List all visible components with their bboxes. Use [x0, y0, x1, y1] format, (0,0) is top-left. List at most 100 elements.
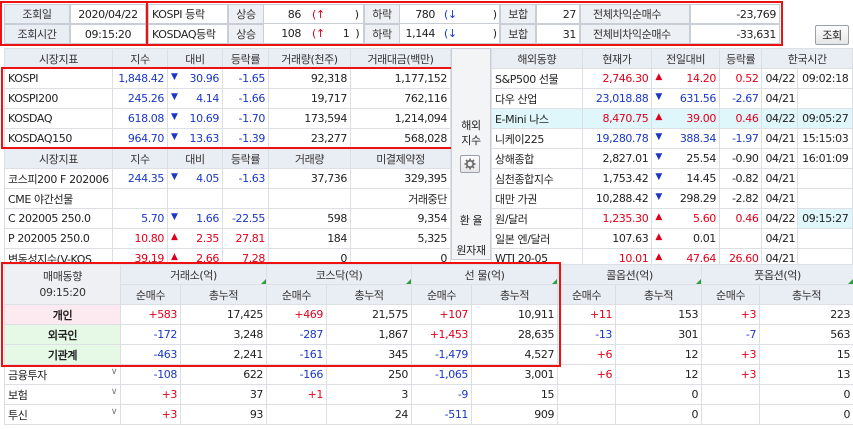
- overseas-name[interactable]: 원/달러: [491, 208, 583, 229]
- table-row[interactable]: 일본 엔/달러 107.63 ▲ 0.01 04/21: [491, 228, 853, 249]
- total-call: 12: [615, 364, 703, 385]
- index-name[interactable]: KOSDAQ: [4, 108, 113, 129]
- table-row[interactable]: 금융투자 ∨ -108 622 -166 250 -1,065 3,001 +6 …: [4, 364, 853, 385]
- investor-name[interactable]: 보험 ∨: [4, 384, 121, 405]
- futures-name[interactable]: C 202005 250.0: [4, 208, 113, 229]
- kospi-advance-label: KOSPI 등락: [148, 4, 228, 24]
- index-rate: -1.39: [222, 128, 269, 149]
- index-amount: 762,116: [350, 88, 451, 109]
- net-buy-call: -13: [557, 324, 617, 345]
- table-row[interactable]: 다우 산업 23,018.88 ▼ 631.56 -2.67 04/21: [491, 88, 853, 109]
- overseas-name[interactable]: 심천종합지수: [491, 168, 583, 189]
- chevron-down-icon[interactable]: ∨: [111, 407, 118, 417]
- overseas-change: ▲ 39.00: [651, 108, 720, 129]
- kospi-flat-label: 보합: [500, 4, 536, 24]
- table-row[interactable]: S&P500 선물 2,746.30 ▲ 14.20 0.52 04/22 09:…: [491, 68, 853, 89]
- column-header: 등락률: [222, 48, 269, 69]
- commodity-tab[interactable]: 원자재: [452, 242, 490, 258]
- overseas-name[interactable]: 상해종합: [491, 148, 583, 169]
- group-header-call-option: 콜옵션(억): [557, 264, 703, 285]
- table-row[interactable]: 대만 가권 10,288.42 ▼ 298.29 -2.82 04/21: [491, 188, 853, 209]
- overseas-time: 09:02:18: [797, 68, 853, 89]
- kospi-down-count: 780: [400, 4, 438, 24]
- overseas-date: 04/21: [761, 228, 799, 249]
- index-name[interactable]: KOSPI200: [4, 88, 113, 109]
- total-call: 0: [615, 404, 703, 425]
- chevron-down-icon[interactable]: ∨: [111, 367, 118, 377]
- table-row[interactable]: 코스피200 F 202006 244.35 ▼ 4.05 -1.63 37,73…: [4, 168, 451, 189]
- index-name[interactable]: KOSDAQ150: [4, 128, 113, 149]
- overseas-change: ▲ 0.01: [651, 228, 720, 249]
- table-row[interactable]: 개인 +583 17,425 +469 21,575 +107 10,911 +…: [4, 304, 853, 325]
- kosdaq-flat-count: 31: [536, 24, 580, 44]
- total-exchange: 37: [179, 384, 268, 405]
- table-row[interactable]: C 202005 250.0 5.70 ▼ 1.66 -22.55 598 9,3…: [4, 208, 451, 229]
- net-buy-call: [557, 384, 617, 405]
- kosdaq-down-limit: (↓): [438, 24, 500, 44]
- index-name[interactable]: KOSPI: [4, 68, 113, 89]
- overseas-name[interactable]: E-Mini 나스: [491, 108, 583, 129]
- overseas-date: 04/21: [761, 88, 799, 109]
- futures-change: ▼ 4.05: [167, 168, 223, 189]
- overseas-time: [797, 228, 853, 249]
- overseas-time: 16:01:09: [797, 148, 853, 169]
- investor-name[interactable]: 개인: [4, 304, 121, 325]
- overseas-rate: 0.46: [718, 108, 763, 129]
- table-row[interactable]: 투신 ∨ +3 93 24 -511 909 0 0: [4, 404, 853, 425]
- table-row[interactable]: 보험 ∨ +3 37 +1 3 -9 15 0 0: [4, 384, 853, 405]
- overseas-tab-label-2: 지수: [461, 134, 481, 147]
- net-buy-put: +3: [701, 364, 761, 385]
- table-row[interactable]: 외국인 -172 3,248 -287 1,867 +1,453 28,635 …: [4, 324, 853, 345]
- index-rate: -1.65: [222, 68, 269, 89]
- table-row[interactable]: KOSDAQ150 964.70 ▼ 13.63 -1.39 23,277 568…: [4, 128, 451, 149]
- investor-name[interactable]: 기관계: [4, 344, 121, 365]
- kosdaq-up-label: 상승: [228, 24, 264, 44]
- overseas-date: 04/22: [761, 208, 799, 229]
- column-header: 거래대금(백만): [350, 48, 451, 69]
- overseas-name[interactable]: 일본 엔/달러: [491, 228, 583, 249]
- table-row[interactable]: 기관계 -463 2,241 -161 345 -1,479 4,527 +6 …: [4, 344, 853, 365]
- overseas-name[interactable]: 니케이225: [491, 128, 583, 149]
- sub-header-total: 총누적: [471, 284, 559, 305]
- investor-sub-header-row: 순매수 총누적 순매수 총누적 순매수 총누적 순매수 총누적 순매수 총누적: [4, 284, 853, 305]
- overseas-time: [797, 188, 853, 209]
- overseas-change: ▲ 5.60: [651, 208, 720, 229]
- table-row[interactable]: CME 야간선물 거래중단: [4, 188, 451, 209]
- date-value[interactable]: 2020/04/22: [70, 4, 146, 24]
- group-header-put-option: 풋옵션(억): [701, 264, 853, 285]
- table-row[interactable]: 니케이225 19,280.78 ▼ 388.34 -1.97 04/21 15:…: [491, 128, 853, 149]
- futures-name[interactable]: 코스피200 F 202006: [4, 168, 113, 189]
- sub-header-net: 순매수: [266, 284, 328, 305]
- futures-name[interactable]: P 202005 250.0: [4, 228, 113, 249]
- net-buy-exchange: -108: [120, 364, 181, 385]
- total-kosdaq: 345: [326, 344, 413, 365]
- table-row[interactable]: 상해종합 2,827.01 ▼ 25.54 -0.90 04/21 16:01:0…: [491, 148, 853, 169]
- table-row[interactable]: KOSPI 1,848.42 ▼ 30.96 -1.65 92,318 1,177…: [4, 68, 451, 89]
- overseas-name[interactable]: S&P500 선물: [491, 68, 583, 89]
- table-row[interactable]: P 202005 250.0 10.80 ▲ 2.35 27.81 184 5,3…: [4, 228, 451, 249]
- overseas-index-tab[interactable]: 해외 지수: [455, 118, 487, 148]
- futures-rate: 27.81: [222, 228, 269, 249]
- exchange-rate-tab[interactable]: 환 율: [455, 212, 487, 228]
- overseas-rate: 0.46: [718, 208, 763, 229]
- overseas-name[interactable]: 대만 가권: [491, 188, 583, 209]
- table-row[interactable]: 원/달러 1,235.30 ▲ 5.60 0.46 04/22 09:15:27: [491, 208, 853, 229]
- futures-change: [167, 188, 223, 209]
- net-buy-exchange: +3: [120, 384, 181, 405]
- overseas-name[interactable]: 다우 산업: [491, 88, 583, 109]
- gear-icon[interactable]: [460, 155, 480, 173]
- table-row[interactable]: E-Mini 나스 8,470.75 ▲ 39.00 0.46 04/22 09:…: [491, 108, 853, 129]
- investor-name[interactable]: 투신 ∨: [4, 404, 121, 425]
- chevron-down-icon[interactable]: ∨: [111, 387, 118, 397]
- refresh-button[interactable]: 조회: [815, 25, 849, 45]
- overseas-time: 09:05:27: [797, 108, 853, 129]
- overseas-time: [797, 168, 853, 189]
- investor-name[interactable]: 외국인: [4, 324, 121, 345]
- futures-name[interactable]: CME 야간선물: [4, 188, 113, 209]
- sub-header-total: 총누적: [759, 284, 853, 305]
- investor-name[interactable]: 금융투자 ∨: [4, 364, 121, 385]
- table-row[interactable]: KOSDAQ 618.08 ▼ 10.69 -1.70 173,594 1,214…: [4, 108, 451, 129]
- total-call: 12: [615, 344, 703, 365]
- table-row[interactable]: KOSPI200 245.26 ▼ 4.14 -1.66 19,717 762,1…: [4, 88, 451, 109]
- table-row[interactable]: 심천종합지수 1,753.42 ▼ 14.45 -0.82 04/21: [491, 168, 853, 189]
